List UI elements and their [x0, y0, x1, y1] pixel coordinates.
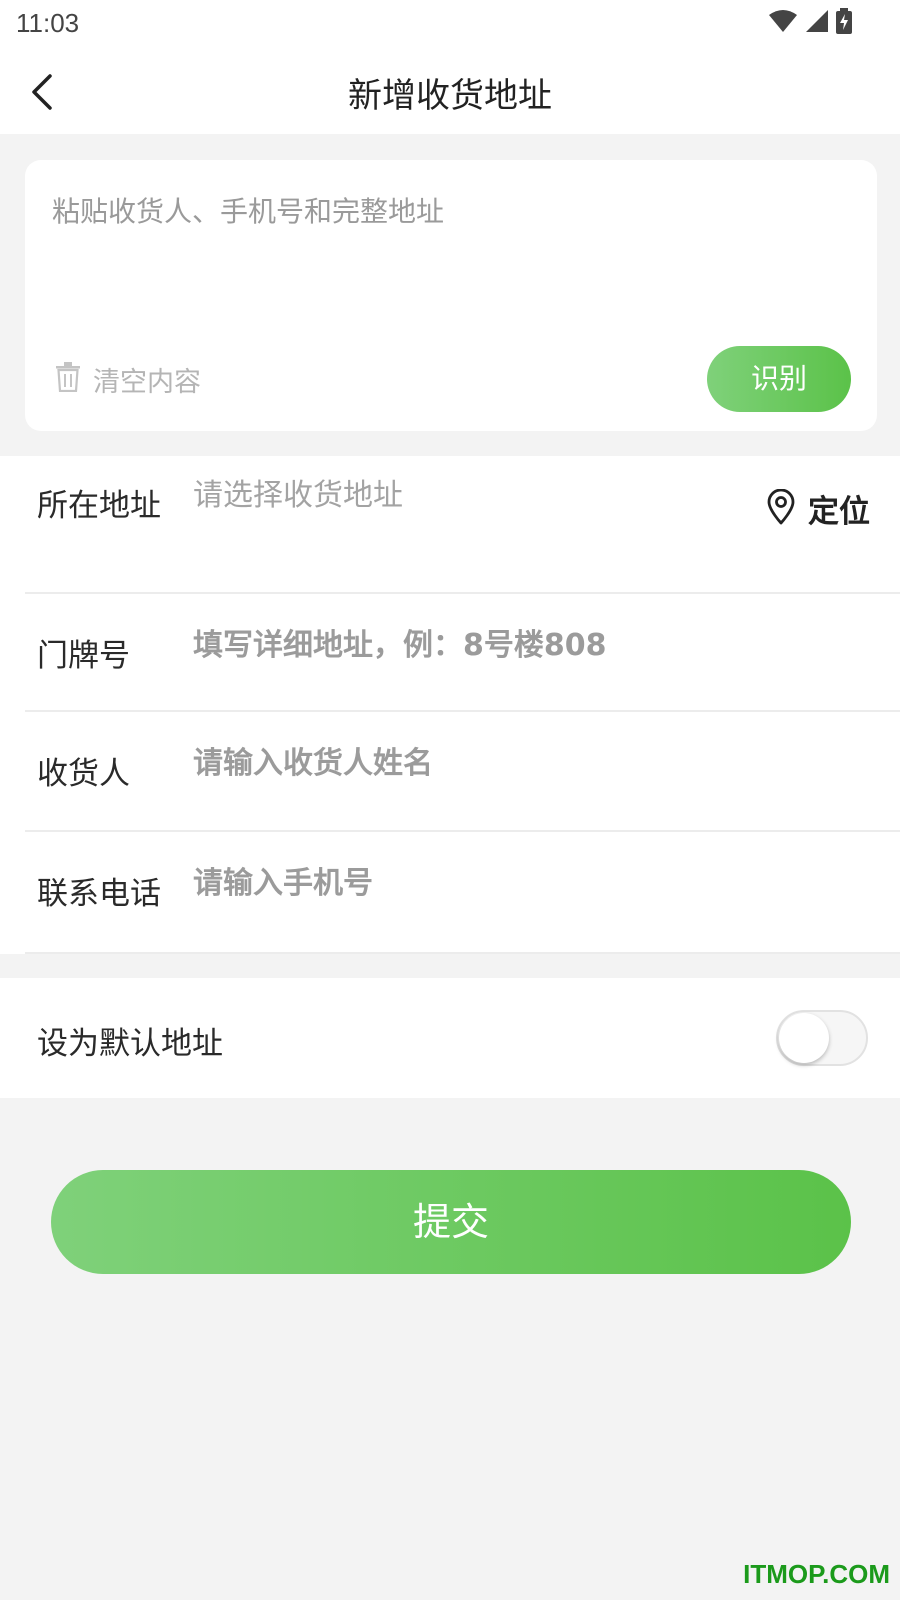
battery-charging-icon [836, 8, 852, 38]
trash-icon [55, 362, 81, 396]
default-address-row: 设为默认地址 [0, 978, 900, 1098]
door-number-label: 门牌号 [37, 638, 130, 674]
locate-button[interactable]: 定位 [766, 486, 870, 531]
status-time: 11:03 [16, 8, 80, 38]
address-select-field[interactable] [193, 478, 713, 513]
status-icons [768, 8, 852, 38]
paste-address-textarea[interactable]: 粘贴收货人、手机号和完整地址 [52, 190, 444, 230]
receiver-label: 收货人 [37, 756, 130, 792]
navigation-bar: 新增收货地址 [0, 50, 900, 134]
clear-content-label: 清空内容 [93, 366, 201, 398]
address-row[interactable]: 所在地址 定位 [25, 456, 900, 594]
paste-address-card: 粘贴收货人、手机号和完整地址 清空内容 识别 [25, 160, 877, 431]
door-number-row: 门牌号 [25, 592, 900, 712]
location-pin-icon [766, 488, 796, 529]
wifi-icon [768, 9, 798, 37]
clear-content-button[interactable]: 清空内容 [55, 359, 201, 399]
default-address-label: 设为默认地址 [37, 1026, 223, 1062]
signal-icon [804, 9, 830, 37]
toggle-knob [779, 1013, 829, 1063]
address-label: 所在地址 [37, 488, 161, 524]
receiver-name-input[interactable] [193, 746, 713, 781]
phone-row: 联系电话 [25, 832, 900, 954]
phone-input[interactable] [193, 866, 713, 901]
status-bar: 11:03 [0, 0, 900, 50]
submit-button[interactable]: 提交 [51, 1170, 851, 1274]
door-number-input[interactable] [193, 628, 713, 663]
locate-label: 定位 [808, 494, 870, 530]
phone-label: 联系电话 [37, 876, 161, 912]
recognize-button[interactable]: 识别 [707, 346, 851, 412]
page-title: 新增收货地址 [348, 76, 552, 116]
receiver-row: 收货人 [25, 712, 900, 832]
watermark-logo: ITMOP.COM [743, 1559, 890, 1589]
address-form: 所在地址 定位 门牌号 收货人 联系电话 [0, 456, 900, 954]
default-address-toggle[interactable] [776, 1010, 868, 1066]
